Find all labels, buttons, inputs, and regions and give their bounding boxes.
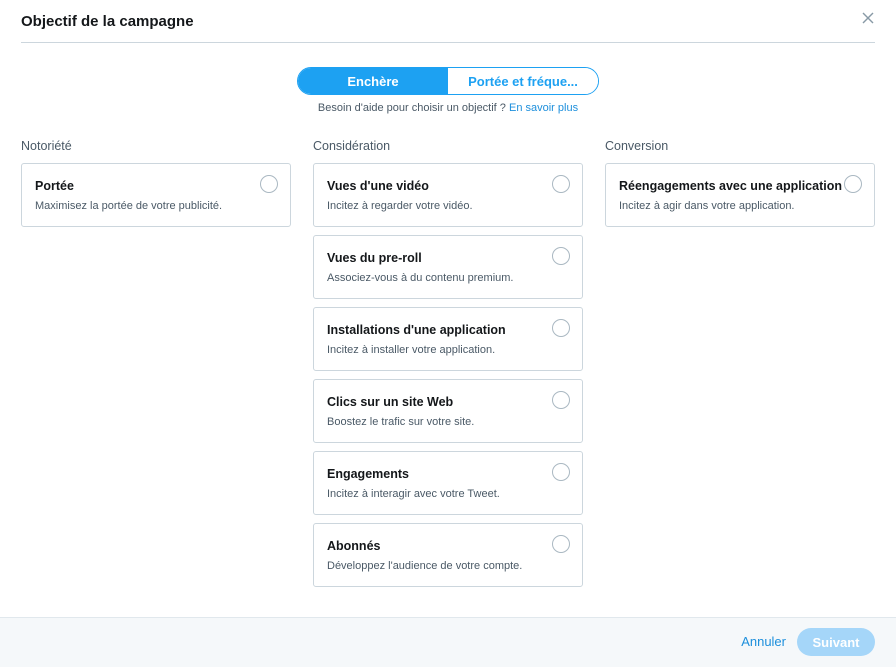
objective-radio[interactable] <box>552 175 570 193</box>
objective-title: Portée <box>35 179 74 193</box>
dialog-header: Objectif de la campagne <box>0 0 896 44</box>
toggle-option-reach-frequency[interactable]: Portée et fréque... <box>448 68 598 94</box>
objective-description: Incitez à installer votre application. <box>327 344 496 356</box>
objective-description: Incitez à regarder votre vidéo. <box>327 200 473 212</box>
objective-radio[interactable] <box>260 175 278 193</box>
help-text-label: Besoin d'aide pour choisir un objectif ? <box>317 102 509 114</box>
dialog-title: Objectif de la campagne <box>21 13 194 30</box>
objective-card-followers[interactable]: Abonnés Développez l'audience de votre c… <box>313 523 583 587</box>
objective-radio[interactable] <box>552 463 570 481</box>
column-title: Conversion <box>605 139 669 153</box>
dialog-footer: Annuler Suivant <box>0 617 896 667</box>
objective-card-video-views[interactable]: Vues d'une vidéo Incitez à regarder votr… <box>313 163 583 227</box>
objective-card-app-reengagements[interactable]: Réengagements avec une application Incit… <box>605 163 875 227</box>
campaign-objective-dialog: Objectif de la campagne Enchère Portée e… <box>0 0 896 667</box>
objective-description: Associez-vous à du contenu premium. <box>327 272 514 284</box>
learn-more-link[interactable]: En savoir plus <box>509 102 578 114</box>
close-icon[interactable] <box>861 11 875 25</box>
objective-radio[interactable] <box>552 247 570 265</box>
objective-card-app-installs[interactable]: Installations d'une application Incitez … <box>313 307 583 371</box>
column-conversion: Conversion Réengagements avec une applic… <box>605 138 875 235</box>
objective-radio[interactable] <box>552 535 570 553</box>
objective-title: Installations d'une application <box>327 323 506 337</box>
objective-radio[interactable] <box>552 391 570 409</box>
objective-card-preroll-views[interactable]: Vues du pre-roll Associez-vous à du cont… <box>313 235 583 299</box>
objective-card-engagements[interactable]: Engagements Incitez à interagir avec vot… <box>313 451 583 515</box>
objective-title: Engagements <box>327 467 409 481</box>
objective-title: Clics sur un site Web <box>327 395 454 409</box>
bidding-type-toggle: Enchère Portée et fréque... <box>297 67 599 95</box>
objective-description: Développez l'audience de votre compte. <box>327 560 523 572</box>
objective-description: Boostez le trafic sur votre site. <box>327 416 475 428</box>
objective-card-reach[interactable]: Portée Maximisez la portée de votre publ… <box>21 163 291 227</box>
column-awareness: Notoriété Portée Maximisez la portée de … <box>21 138 291 235</box>
column-consideration: Considération Vues d'une vidéo Incitez à… <box>313 138 583 595</box>
objective-description: Incitez à interagir avec votre Tweet. <box>327 488 500 500</box>
objective-title: Réengagements avec une application <box>619 179 842 193</box>
cancel-button[interactable]: Annuler <box>741 634 786 649</box>
objective-card-website-clicks[interactable]: Clics sur un site Web Boostez le trafic … <box>313 379 583 443</box>
objective-title: Vues d'une vidéo <box>327 179 429 193</box>
objective-description: Incitez à agir dans votre application. <box>619 200 795 212</box>
help-text: Besoin d'aide pour choisir un objectif ?… <box>0 102 896 114</box>
objective-description: Maximisez la portée de votre publicité. <box>35 200 223 212</box>
objective-radio[interactable] <box>552 319 570 337</box>
header-divider <box>21 42 875 43</box>
column-title: Notoriété <box>21 139 72 153</box>
objective-title: Abonnés <box>327 539 381 553</box>
objective-title: Vues du pre-roll <box>327 251 422 265</box>
next-button[interactable]: Suivant <box>797 628 875 656</box>
toggle-option-auction[interactable]: Enchère <box>298 68 448 94</box>
column-title: Considération <box>313 139 391 153</box>
objective-radio[interactable] <box>844 175 862 193</box>
